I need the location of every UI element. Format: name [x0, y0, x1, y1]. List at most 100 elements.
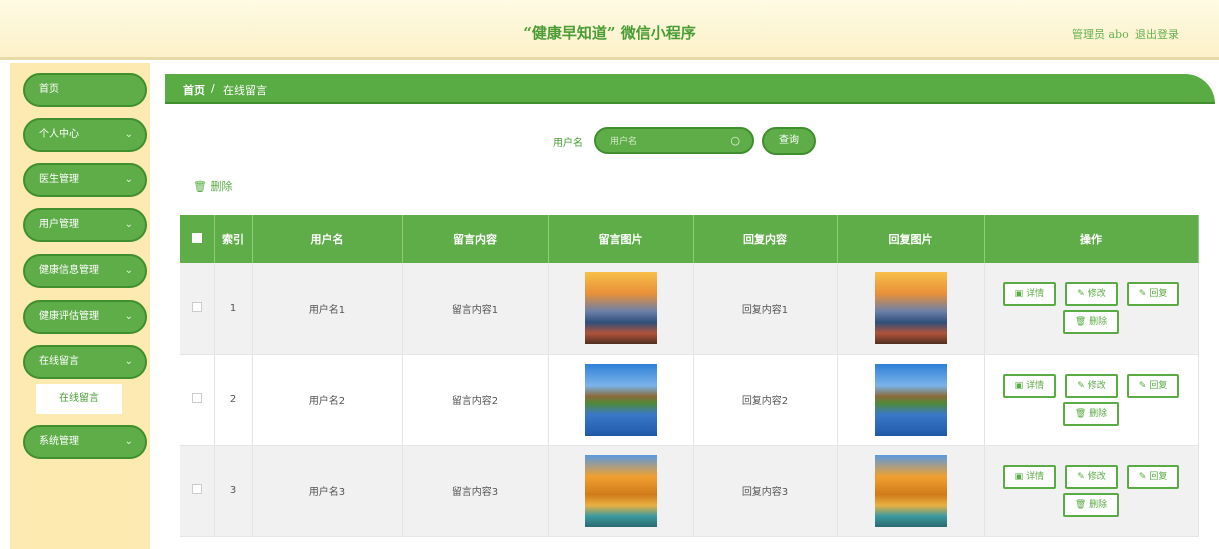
- edit-button[interactable]: ✎ 修改: [1065, 373, 1118, 398]
- cell-index: 3: [214, 445, 253, 537]
- row-checkbox[interactable]: [191, 484, 202, 494]
- sidebar-item-label: 用户管理: [39, 219, 79, 230]
- edit-label: 修改: [1087, 289, 1106, 300]
- top-header: “健康早知道” 微信小程序 管理员 abo 退出登录: [0, 0, 1219, 60]
- sidebar-item-system[interactable]: 系统管理 ⌄: [23, 425, 147, 459]
- cell-username: 用户名1: [252, 263, 403, 355]
- sidebar-item-users[interactable]: 用户管理 ⌄: [23, 208, 147, 242]
- delete-button[interactable]: 🗑 删除: [1062, 492, 1120, 517]
- cell-index: 2: [214, 354, 253, 446]
- sidebar-item-label: 健康信息管理: [39, 265, 99, 276]
- chevron-down-icon: ⌄: [124, 219, 133, 230]
- edit-icon: ✎: [1077, 471, 1085, 482]
- submenu-online-messages[interactable]: 在线留言: [36, 384, 122, 414]
- cell-reply: 回复内容3: [693, 445, 838, 537]
- sidebar-item-label: 医生管理: [39, 174, 79, 185]
- reply-label: 回复: [1149, 471, 1168, 482]
- cell-index: 1: [214, 263, 253, 355]
- detail-button[interactable]: ▣ 详情: [1002, 373, 1057, 398]
- reply-label: 回复: [1149, 289, 1168, 300]
- cell-content: 留言内容1: [402, 263, 549, 355]
- reply-image[interactable]: [874, 272, 947, 345]
- sidebar-item-health-eval[interactable]: 健康评估管理 ⌄: [23, 300, 147, 334]
- breadcrumb-current: 在线留言: [223, 84, 267, 97]
- reply-label: 回复: [1149, 380, 1168, 391]
- header-reply-image: 回复图片: [837, 215, 985, 263]
- edit-label: 修改: [1087, 471, 1106, 482]
- edit-label: 修改: [1087, 380, 1106, 391]
- detail-label: 详情: [1026, 471, 1045, 482]
- detail-icon: ▣: [1014, 471, 1024, 482]
- breadcrumb-home[interactable]: 首页: [183, 82, 205, 98]
- edit-button[interactable]: ✎ 修改: [1065, 282, 1118, 307]
- trash-icon: 🗑: [1074, 408, 1087, 419]
- chevron-down-icon: ⌄: [124, 129, 133, 140]
- message-image[interactable]: [584, 454, 657, 527]
- query-button[interactable]: 查询: [762, 127, 816, 155]
- app-title: “健康早知道” 微信小程序: [523, 24, 696, 42]
- row-checkbox[interactable]: [191, 393, 202, 403]
- cell-reply: 回复内容1: [693, 263, 838, 355]
- edit-button[interactable]: ✎ 修改: [1065, 464, 1118, 489]
- trash-icon: 🗑: [1074, 499, 1087, 510]
- message-image[interactable]: [584, 272, 657, 345]
- chevron-down-icon: ⌄: [124, 174, 133, 185]
- reply-image[interactable]: [874, 363, 947, 436]
- breadcrumb: 首页 / 在线留言: [165, 74, 1215, 104]
- header-content: 留言内容: [402, 215, 549, 263]
- message-image[interactable]: [584, 363, 657, 436]
- delete-button[interactable]: 🗑 删除: [1062, 310, 1120, 335]
- search-label: 用户名: [553, 138, 583, 149]
- table-row: 1 用户名1 留言内容1 回复内容1 ▣ 详情 ✎ 修改 ✎ 回复 🗑 删除: [180, 263, 1199, 355]
- batch-delete-label: 删除: [210, 180, 233, 193]
- search-input[interactable]: [610, 134, 730, 148]
- messages-table: 索引 用户名 留言内容 留言图片 回复内容 回复图片 操作 1 用户名1 留言内…: [180, 215, 1199, 537]
- header-index: 索引: [214, 215, 253, 263]
- sidebar-item-doctors[interactable]: 医生管理 ⌄: [23, 163, 147, 197]
- breadcrumb-separator: /: [211, 82, 215, 95]
- table-header-row: 索引 用户名 留言内容 留言图片 回复内容 回复图片 操作: [180, 215, 1199, 263]
- detail-button[interactable]: ▣ 详情: [1002, 282, 1057, 307]
- edit-icon: ✎: [1077, 380, 1085, 391]
- reply-button[interactable]: ✎ 回复: [1126, 464, 1180, 489]
- row-checkbox[interactable]: [191, 301, 202, 312]
- sidebar: 首页 个人中心 ⌄ 医生管理 ⌄ 用户管理 ⌄ 健康信息管理 ⌄ 健康评估管理 ⌄ 在线留…: [10, 63, 150, 549]
- delete-button[interactable]: 🗑 删除: [1062, 401, 1120, 426]
- chevron-down-icon: ⌄: [124, 436, 133, 447]
- reply-image[interactable]: [874, 454, 947, 527]
- reply-button[interactable]: ✎ 回复: [1126, 282, 1180, 307]
- delete-label: 删除: [1089, 408, 1108, 419]
- trash-icon: 🗑: [1074, 317, 1087, 328]
- logout-link[interactable]: 退出登录: [1135, 26, 1179, 42]
- cell-content: 留言内容3: [402, 445, 549, 537]
- search-field[interactable]: ○: [594, 127, 754, 154]
- sidebar-item-label: 健康评估管理: [39, 311, 99, 322]
- table-row: 2 用户名2 留言内容2 回复内容2 ▣ 详情 ✎ 修改 ✎ 回复 🗑 删除: [180, 354, 1199, 446]
- table-row: 3 用户名3 留言内容3 回复内容3 ▣ 详情 ✎ 修改 ✎ 回复 🗑 删除: [180, 445, 1199, 537]
- cell-username: 用户名3: [252, 445, 403, 537]
- sidebar-item-label: 系统管理: [39, 436, 79, 447]
- sidebar-item-health-info[interactable]: 健康信息管理 ⌄: [23, 254, 147, 288]
- reply-icon: ✎: [1138, 380, 1147, 391]
- sidebar-item-home[interactable]: 首页: [23, 73, 147, 107]
- chevron-down-icon: ⌄: [124, 356, 133, 367]
- sidebar-item-profile[interactable]: 个人中心 ⌄: [23, 118, 147, 152]
- header-image: 留言图片: [548, 215, 694, 263]
- batch-delete-button[interactable]: 🗑 删除: [193, 178, 232, 194]
- detail-button[interactable]: ▣ 详情: [1002, 464, 1057, 489]
- detail-icon: ▣: [1014, 380, 1024, 391]
- sidebar-item-label: 个人中心: [39, 129, 79, 140]
- detail-label: 详情: [1026, 289, 1045, 300]
- sidebar-item-label: 首页: [39, 84, 59, 95]
- select-all-checkbox[interactable]: [191, 232, 202, 243]
- cell-reply: 回复内容2: [693, 354, 838, 446]
- reply-icon: ✎: [1138, 471, 1147, 482]
- sidebar-item-messages[interactable]: 在线留言 ⌄: [23, 345, 147, 379]
- header-username: 用户名: [252, 215, 403, 263]
- detail-label: 详情: [1026, 380, 1045, 391]
- search-icon[interactable]: ○: [730, 134, 740, 147]
- header-reply: 回复内容: [693, 215, 838, 263]
- sidebar-item-label: 在线留言: [39, 356, 79, 367]
- trash-icon: 🗑: [193, 180, 207, 193]
- reply-button[interactable]: ✎ 回复: [1126, 373, 1180, 398]
